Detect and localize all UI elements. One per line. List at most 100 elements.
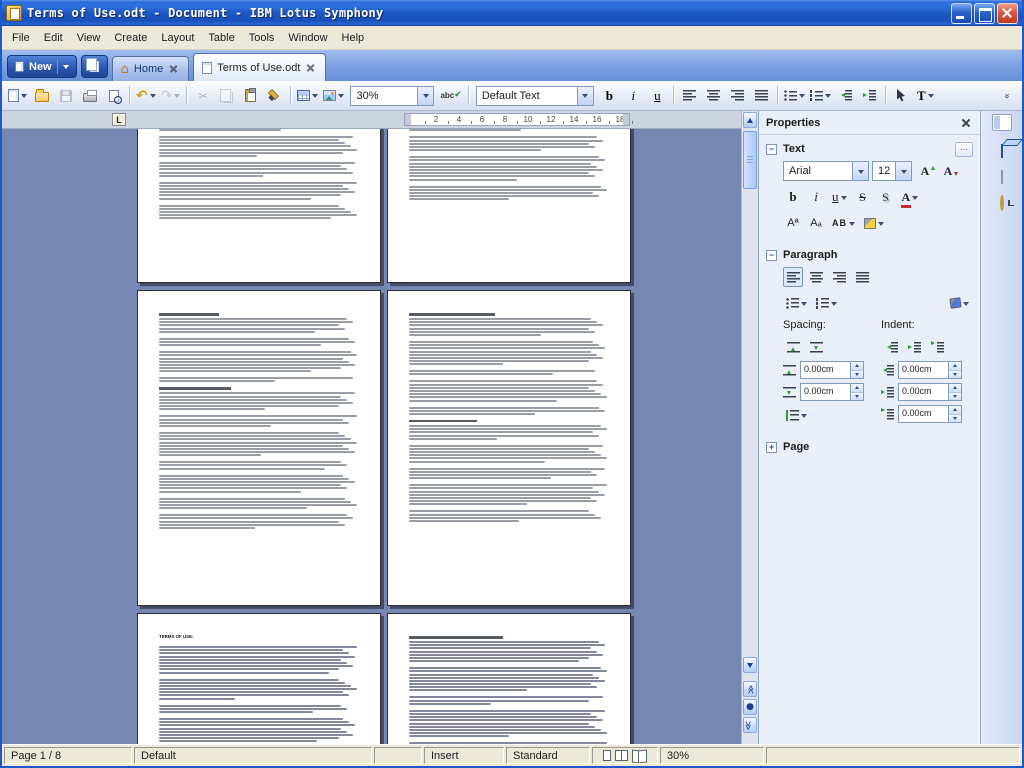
redo-button[interactable]: ↷ — [159, 84, 183, 107]
subscript-button[interactable]: Aₐ — [806, 213, 826, 233]
page-thumbnail[interactable] — [387, 290, 631, 606]
print-preview-button[interactable] — [102, 84, 125, 107]
select-pointer-button[interactable] — [890, 84, 913, 107]
status-zoom[interactable]: 30% — [660, 747, 764, 764]
align-left-button[interactable] — [783, 267, 803, 287]
bold-button[interactable]: b — [598, 84, 621, 107]
paragraph-fill-color-button[interactable] — [947, 293, 972, 313]
font-name-combobox[interactable]: Arial — [783, 161, 869, 181]
line-spacing-button[interactable] — [783, 405, 810, 425]
text-box-button[interactable]: T — [914, 84, 937, 107]
format-painter-button[interactable] — [263, 84, 286, 107]
scroll-thumb[interactable] — [743, 131, 757, 189]
new-document-button[interactable] — [6, 84, 29, 107]
scroll-track[interactable] — [743, 129, 757, 656]
clock-button[interactable] — [1000, 197, 1004, 209]
italic-button[interactable]: i — [806, 187, 826, 207]
bullet-list-button[interactable] — [782, 84, 807, 107]
underline-button[interactable]: u — [646, 84, 669, 107]
menu-item-create[interactable]: Create — [107, 29, 154, 47]
decrease-indent-button[interactable] — [881, 337, 901, 357]
status-insert-mode[interactable]: Insert — [424, 747, 504, 764]
insert-graphic-button[interactable] — [321, 84, 346, 107]
collapse-panel-button[interactable] — [992, 114, 1012, 131]
collapse-section-button[interactable]: − — [766, 250, 777, 261]
italic-button[interactable]: i — [622, 84, 645, 107]
documents-button[interactable] — [81, 55, 108, 78]
style-combobox[interactable]: Default Text — [476, 86, 594, 106]
align-left-button[interactable] — [678, 84, 701, 107]
tab-stop-selector[interactable]: L — [112, 113, 126, 126]
decrease-indent-button[interactable] — [834, 84, 857, 107]
previous-page-button[interactable]: ≪ — [743, 681, 757, 697]
close-panel-button[interactable] — [959, 116, 973, 130]
menu-item-layout[interactable]: Layout — [154, 29, 201, 47]
cube-button[interactable] — [1001, 145, 1003, 157]
document-viewport[interactable]: TERMS OF USE: — [2, 129, 741, 744]
close-tab-icon[interactable] — [168, 63, 180, 75]
size-dropdown-button[interactable] — [895, 162, 911, 180]
scroll-up-button[interactable] — [743, 112, 757, 128]
next-page-button[interactable]: ≪ — [743, 717, 757, 733]
expand-section-button[interactable]: + — [766, 442, 777, 453]
space-below-spinner[interactable]: 0.00cm — [800, 383, 864, 401]
shadow-button[interactable]: S — [876, 187, 896, 207]
page-thumbnail[interactable] — [137, 290, 381, 606]
numbered-list-button[interactable] — [813, 293, 840, 313]
superscript-button[interactable]: Aª — [783, 213, 803, 233]
page-thumbnail[interactable] — [387, 613, 631, 744]
close-tab-icon[interactable] — [305, 62, 317, 74]
minimize-button[interactable] — [951, 3, 972, 24]
page-thumbnail[interactable]: TERMS OF USE: — [137, 613, 381, 744]
toolbar-overflow-button[interactable]: » — [995, 84, 1018, 107]
save-button[interactable] — [54, 84, 77, 107]
align-center-button[interactable] — [806, 267, 826, 287]
close-button[interactable] — [997, 3, 1018, 24]
spin-down-button[interactable] — [949, 414, 961, 423]
app-icon[interactable] — [6, 5, 22, 21]
underline-button[interactable]: u — [829, 187, 850, 207]
menu-item-view[interactable]: View — [70, 29, 108, 47]
cut-button[interactable]: ✂ — [191, 84, 214, 107]
zoom-dropdown-button[interactable] — [417, 87, 433, 105]
indent-left-spinner[interactable]: 0.00cm — [898, 361, 962, 379]
chart-button[interactable] — [1001, 171, 1003, 183]
spin-up-button[interactable] — [851, 384, 863, 392]
spin-up-button[interactable] — [851, 362, 863, 370]
spellcheck-button[interactable]: abc✔ — [438, 84, 463, 107]
navigation-button[interactable]: ● — [743, 699, 757, 715]
increase-indent-button[interactable] — [904, 337, 924, 357]
copy-button[interactable] — [215, 84, 238, 107]
strikethrough-button[interactable]: S — [853, 187, 873, 207]
numbered-list-button[interactable] — [808, 84, 833, 107]
spin-down-button[interactable] — [949, 392, 961, 401]
style-dropdown-button[interactable] — [577, 87, 593, 105]
first-line-indent-spinner[interactable]: 0.00cm — [898, 405, 962, 423]
spin-up-button[interactable] — [949, 406, 961, 414]
menu-item-file[interactable]: File — [5, 29, 37, 47]
increase-spacing-button[interactable] — [783, 337, 803, 357]
single-page-layout-button[interactable] — [603, 750, 611, 761]
first-line-indent-button[interactable] — [927, 337, 947, 357]
undo-button[interactable]: ↶ — [134, 84, 158, 107]
paste-button[interactable] — [239, 84, 262, 107]
shrink-font-button[interactable]: A — [938, 161, 958, 181]
align-justify-button[interactable] — [852, 267, 872, 287]
print-button[interactable] — [78, 84, 101, 107]
align-right-button[interactable] — [726, 84, 749, 107]
align-center-button[interactable] — [702, 84, 725, 107]
bullet-list-button[interactable] — [783, 293, 810, 313]
collapse-section-button[interactable]: − — [766, 144, 777, 155]
multi-page-layout-button[interactable] — [615, 750, 628, 761]
highlight-color-button[interactable] — [861, 213, 887, 233]
insert-table-button[interactable] — [295, 84, 320, 107]
align-right-button[interactable] — [829, 267, 849, 287]
vertical-scrollbar[interactable]: ≪ ● ≪ — [741, 111, 758, 744]
spin-down-button[interactable] — [851, 370, 863, 379]
indent-right-spinner[interactable]: 0.00cm — [898, 383, 962, 401]
status-selection-mode[interactable]: Standard — [506, 747, 590, 764]
grow-font-button[interactable]: A — [915, 161, 935, 181]
spin-down-button[interactable] — [851, 392, 863, 401]
decrease-spacing-button[interactable] — [806, 337, 826, 357]
font-color-button[interactable]: A — [899, 187, 922, 207]
